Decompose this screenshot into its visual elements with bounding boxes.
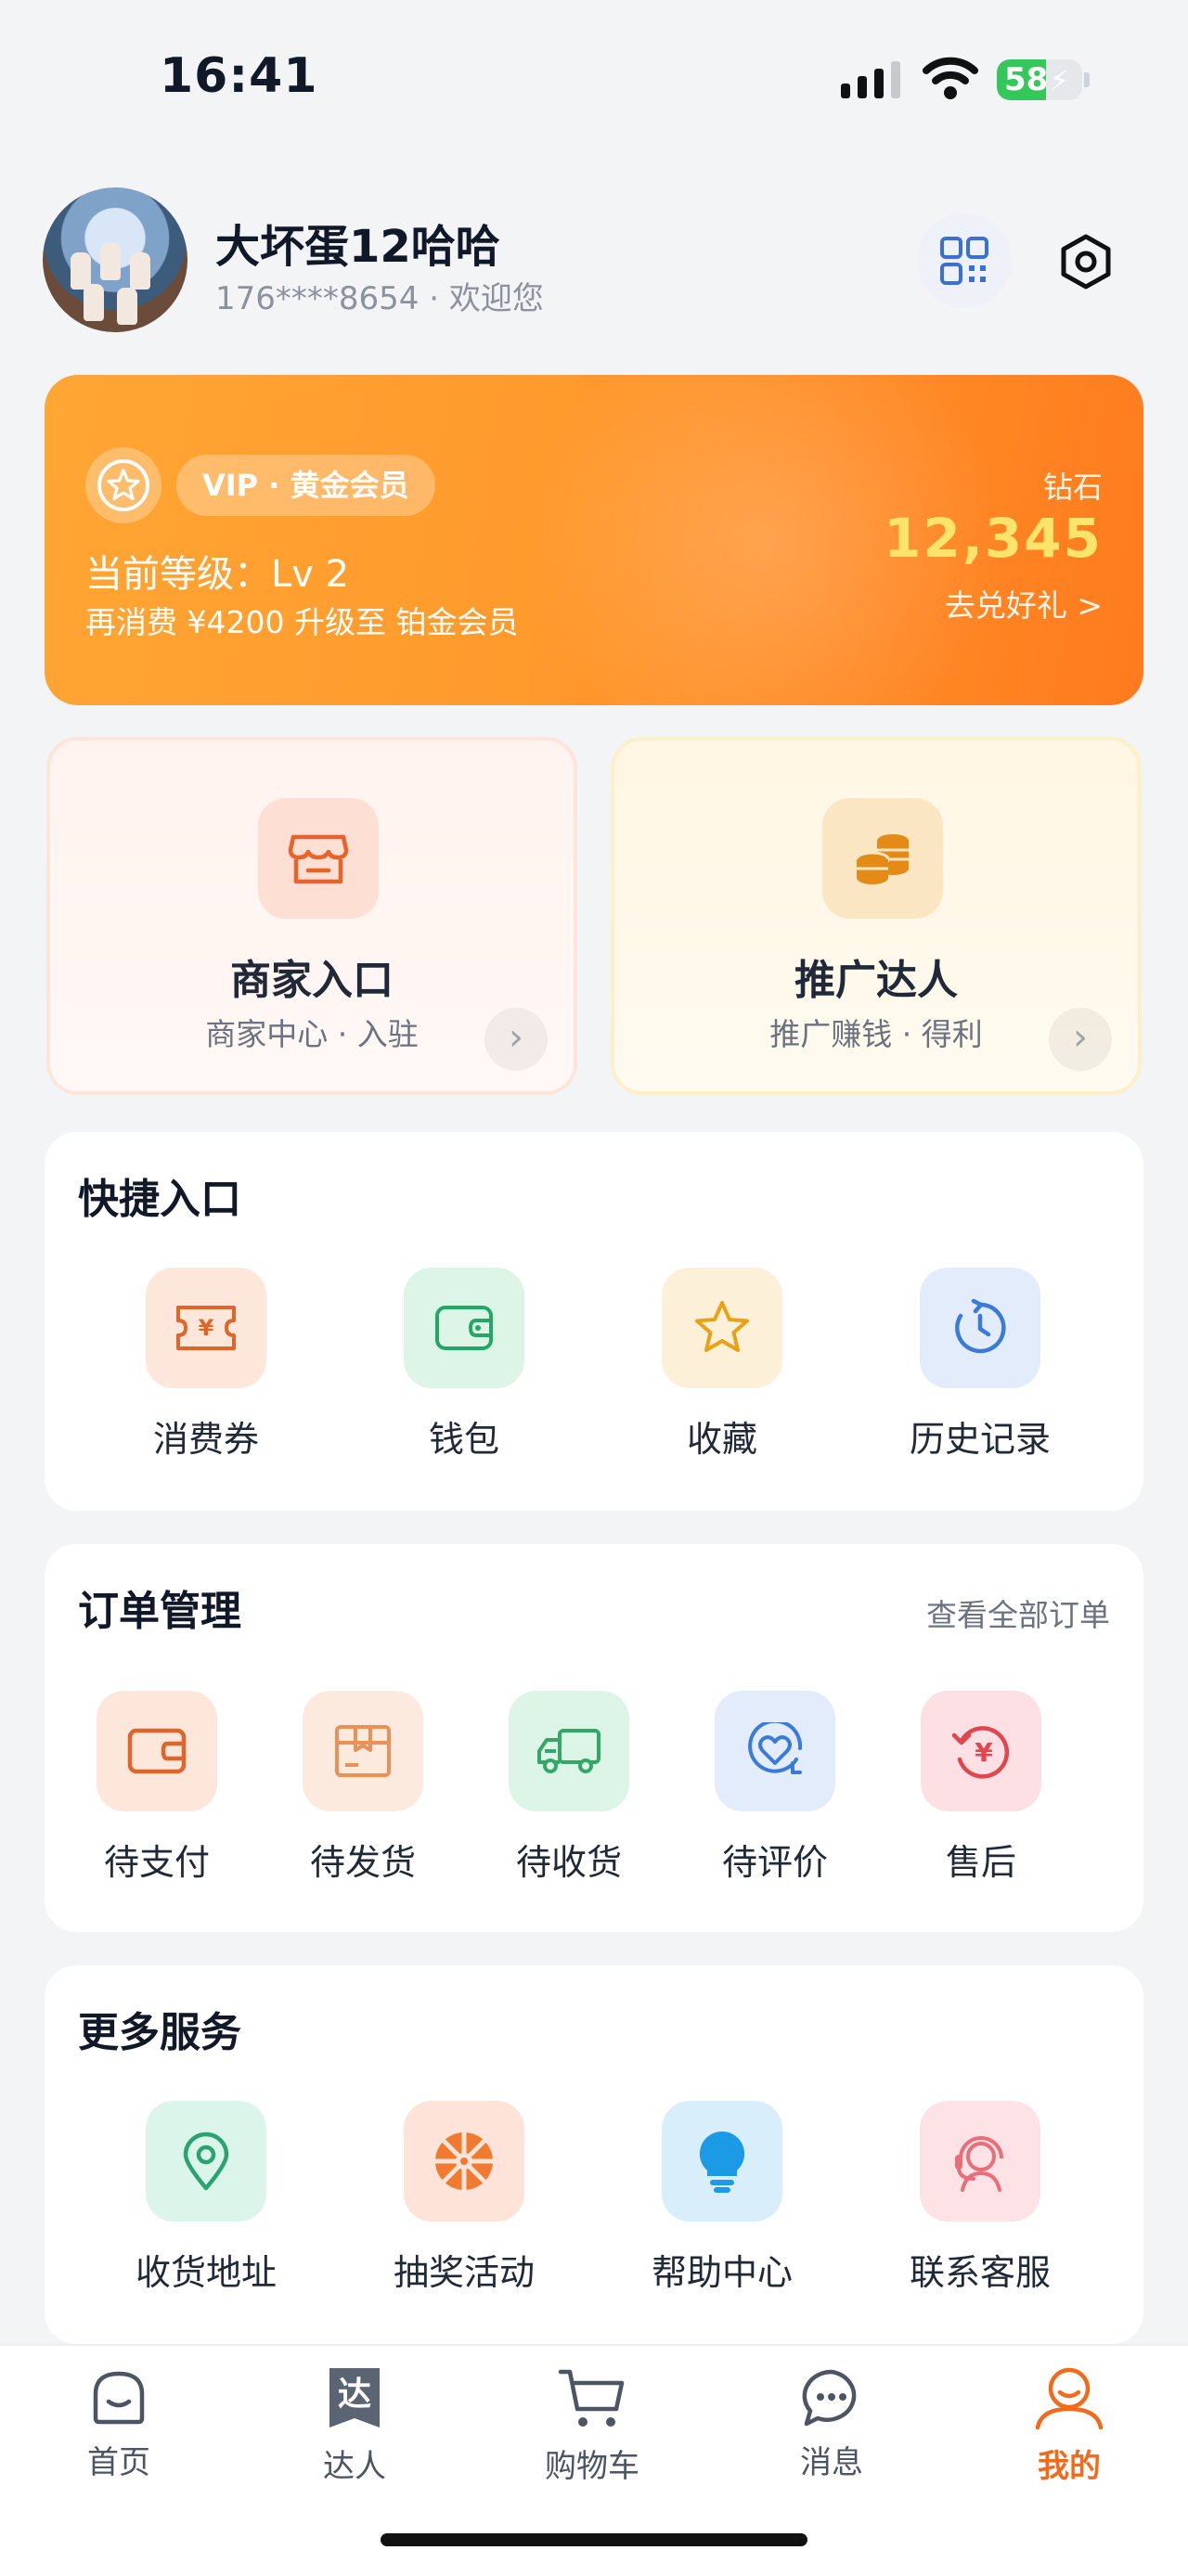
vip-membership-card[interactable]: VIP · 黄金会员 当前等级：Lv 2 再消费 ¥4200 升级至 铂金会员 … — [45, 375, 1143, 705]
heart-comment-icon — [748, 1722, 803, 1774]
tab-profile-label: 我的 — [1038, 2448, 1101, 2485]
username: 大坏蛋12哈哈 — [215, 221, 500, 273]
service-help-center[interactable]: 帮助中心 — [620, 2101, 824, 2295]
order-pending-shipment-label: 待发货 — [309, 1842, 416, 1883]
truck-icon — [537, 1729, 600, 1773]
chevron-right-icon[interactable]: › — [484, 1008, 548, 1071]
phone-greeting: 176****8654 · 欢迎您 — [215, 280, 544, 317]
diamond-label: 钻石 — [1042, 470, 1103, 505]
profile-icon — [1035, 2367, 1104, 2430]
service-lottery-label: 抽奖活动 — [393, 2252, 535, 2293]
store-icon — [288, 834, 349, 884]
quick-wallet-label: 钱包 — [428, 1419, 499, 1460]
battery-nub — [1084, 72, 1090, 87]
refund-icon: ¥ — [951, 1726, 1010, 1779]
svg-text:¥: ¥ — [199, 1315, 214, 1341]
battery-indicator: 58 ⚡ — [997, 59, 1082, 100]
order-management-section: 订单管理 查看全部订单 待支付 待发货 待收货 待评价 ¥ 售后 — [45, 1544, 1143, 1932]
tab-messages[interactable]: 消息 — [748, 2366, 915, 2482]
avatar[interactable] — [43, 187, 187, 332]
service-customer-support[interactable]: 联系客服 — [878, 2101, 1082, 2295]
order-pending-review-label: 待评价 — [721, 1842, 828, 1883]
order-after-sales-label: 售后 — [945, 1842, 1016, 1883]
home-indicator — [381, 2533, 807, 2546]
order-pending-shipment[interactable]: 待发货 — [284, 1691, 442, 1885]
order-pending-receipt[interactable]: 待收货 — [490, 1691, 648, 1885]
home-face-icon — [93, 2371, 145, 2425]
merchant-entry-title: 商家入口 — [230, 957, 394, 1004]
service-lottery[interactable]: 抽奖活动 — [362, 2101, 566, 2295]
lightbulb-icon — [699, 2131, 745, 2193]
battery-percent: 58 — [1004, 61, 1049, 98]
chevron-right-icon[interactable]: › — [1049, 1008, 1112, 1071]
merchant-entry-card[interactable]: 商家入口 商家中心 · 入驻 › — [46, 737, 577, 1095]
service-address-label: 收货地址 — [135, 2252, 277, 2293]
promoter-entry-card[interactable]: 推广达人 推广赚钱 · 得利 › — [611, 737, 1142, 1095]
tab-home-label: 首页 — [87, 2444, 150, 2481]
coins-icon — [855, 834, 909, 884]
star-icon — [695, 1301, 749, 1352]
redeem-gifts-link[interactable]: 去兑好礼 > — [945, 581, 1103, 625]
tab-cart-label: 购物车 — [545, 2448, 639, 2485]
qr-code-button[interactable] — [917, 213, 1012, 308]
tab-talent-label: 达人 — [323, 2448, 386, 2485]
order-pending-receipt-label: 待收货 — [515, 1842, 622, 1883]
diamond-balance: 12,345 — [884, 507, 1103, 570]
star-circle-icon — [97, 459, 149, 511]
service-address[interactable]: 收货地址 — [104, 2101, 308, 2295]
more-services-section: 更多服务 收货地址 抽奖活动 帮助中心 联系客服 — [45, 1965, 1143, 2344]
order-after-sales[interactable]: ¥ 售后 — [902, 1691, 1060, 1885]
history-icon — [955, 1298, 1006, 1354]
svg-text:¥: ¥ — [975, 1737, 993, 1768]
status-time: 16:41 — [160, 48, 318, 104]
service-customer-support-label: 联系客服 — [909, 2252, 1051, 2293]
message-icon — [802, 2369, 857, 2427]
qr-code-icon — [940, 237, 988, 285]
quick-history[interactable]: 历史记录 — [878, 1268, 1082, 1462]
service-help-center-label: 帮助中心 — [651, 2252, 793, 2293]
coins-icon-tile — [822, 798, 943, 919]
tab-talent[interactable]: 达 达人 — [271, 2366, 438, 2486]
wallet-pay-icon — [127, 1728, 187, 1774]
tab-home[interactable]: 首页 — [35, 2366, 202, 2482]
order-management-title: 订单管理 — [78, 1588, 241, 1635]
quick-coupon-label: 消费券 — [152, 1419, 259, 1460]
view-all-orders-link[interactable]: 查看全部订单 — [926, 1591, 1110, 1635]
quick-favorites-label: 收藏 — [686, 1419, 757, 1460]
charging-bolt-icon: ⚡ — [1049, 65, 1069, 97]
upgrade-hint: 再消费 ¥4200 升级至 铂金会员 — [85, 604, 519, 640]
tab-cart[interactable]: 购物车 — [509, 2366, 676, 2486]
quick-history-label: 历史记录 — [909, 1419, 1051, 1460]
order-pending-review[interactable]: 待评价 — [696, 1691, 854, 1885]
cart-icon — [558, 2369, 625, 2427]
current-level: 当前等级：Lv 2 — [85, 553, 350, 596]
package-icon — [335, 1725, 391, 1777]
store-icon-tile — [258, 798, 379, 919]
vip-star-badge — [85, 447, 161, 523]
cellular-signal-icon — [841, 61, 900, 98]
wallet-icon — [435, 1306, 493, 1350]
promoter-entry-title: 推广达人 — [794, 957, 958, 1004]
tab-profile[interactable]: 我的 — [986, 2366, 1153, 2486]
quick-access-title: 快捷入口 — [78, 1176, 241, 1223]
svg-text:达: 达 — [338, 2376, 371, 2414]
coupon-icon: ¥ — [176, 1306, 236, 1350]
lottery-wheel-icon — [435, 2132, 493, 2190]
wifi-icon — [923, 57, 978, 99]
more-services-title: 更多服务 — [78, 2009, 241, 2056]
quick-favorites[interactable]: 收藏 — [620, 1268, 824, 1462]
quick-wallet[interactable]: 钱包 — [362, 1268, 566, 1462]
order-pending-payment-label: 待支付 — [103, 1842, 210, 1883]
quick-coupon[interactable]: ¥ 消费券 — [104, 1268, 308, 1462]
headset-icon — [955, 2136, 1003, 2192]
location-icon — [183, 2132, 229, 2191]
tab-messages-label: 消息 — [800, 2444, 863, 2481]
settings-hexagon-icon[interactable] — [1058, 234, 1114, 290]
vip-tier-badge: VIP · 黄金会员 — [176, 455, 435, 516]
talent-icon: 达 — [329, 2368, 380, 2428]
order-pending-payment[interactable]: 待支付 — [78, 1691, 236, 1885]
quick-access-section: 快捷入口 ¥ 消费券 钱包 收藏 历史记录 — [45, 1132, 1143, 1511]
